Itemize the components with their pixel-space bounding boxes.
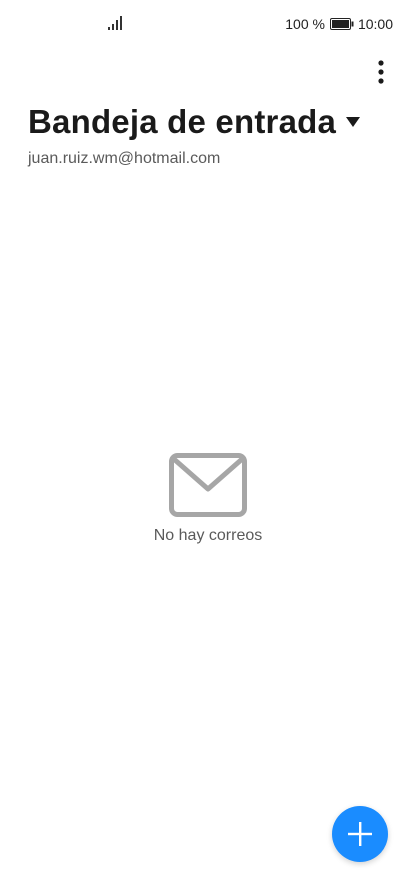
page-title: Bandeja de entrada — [28, 103, 337, 140]
battery-percentage: 100 % — [285, 16, 325, 32]
more-options-button[interactable] — [366, 56, 396, 88]
folder-selector[interactable]: Bandeja de entrada — [28, 103, 361, 141]
signal-icon — [108, 16, 122, 30]
plus-icon — [348, 822, 372, 846]
status-right: 100 % 10:00 — [285, 16, 393, 32]
empty-state: No hay correos — [0, 453, 416, 545]
status-bar: 100 % 10:00 — [0, 0, 416, 48]
compose-button[interactable] — [332, 806, 388, 862]
mail-icon — [169, 453, 247, 517]
battery-icon — [329, 18, 354, 30]
more-vertical-icon — [378, 60, 384, 84]
caret-down-icon — [346, 117, 361, 127]
empty-message: No hay correos — [153, 527, 263, 544]
mailbox-header: Bandeja de entrada juan.ruiz.wm@hotmail.… — [28, 103, 361, 168]
clock: 10:00 — [357, 16, 393, 32]
account-email: juan.ruiz.wm@hotmail.com — [28, 150, 221, 167]
